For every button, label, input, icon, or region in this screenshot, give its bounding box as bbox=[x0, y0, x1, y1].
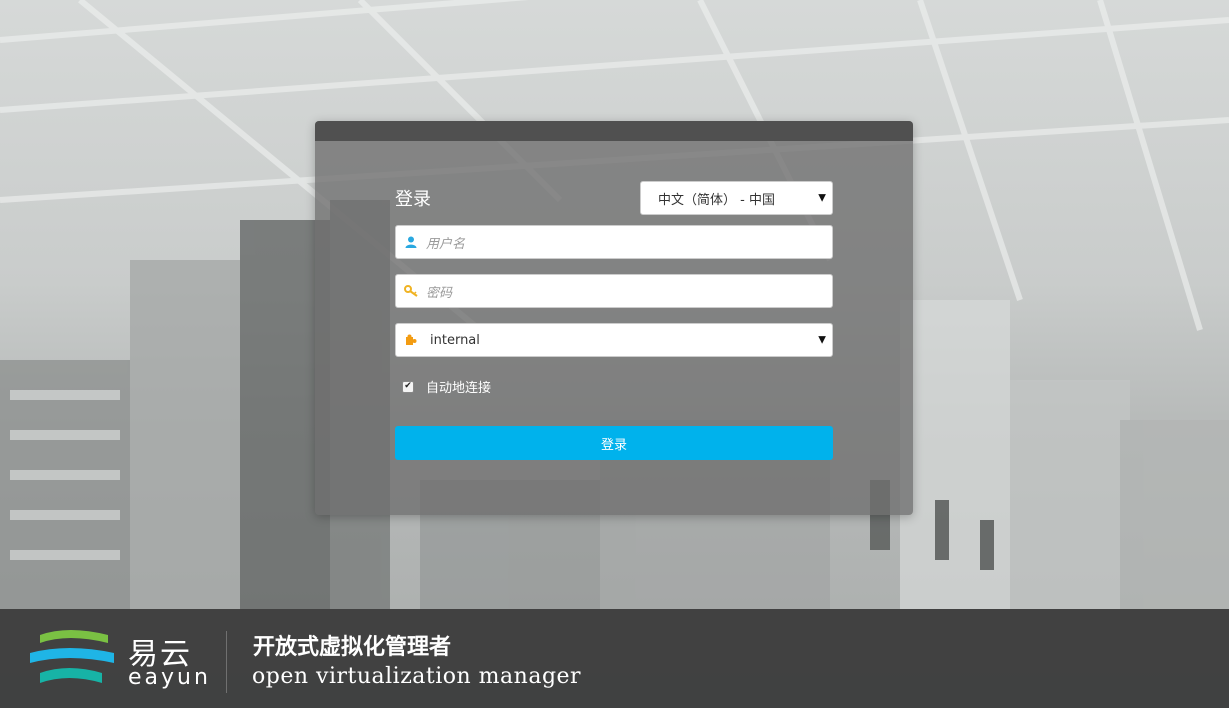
login-button[interactable]: 登录 bbox=[395, 426, 833, 460]
check-icon: ✔ bbox=[404, 381, 412, 391]
username-placeholder: 用户名 bbox=[426, 236, 466, 252]
domain-select[interactable]: internal ▼ bbox=[395, 323, 833, 357]
domain-select-value: internal bbox=[430, 332, 480, 348]
caret-down-icon: ▼ bbox=[818, 334, 826, 346]
password-field[interactable]: 密码 bbox=[395, 274, 833, 308]
language-select[interactable]: 中文（简体） - 中国 ▼ bbox=[640, 181, 833, 215]
eayun-logo-icon bbox=[30, 630, 114, 683]
tagline-cn: 开放式虚拟化管理者 bbox=[253, 635, 452, 660]
language-select-value: 中文（简体） - 中国 bbox=[658, 192, 775, 208]
auto-connect-checkbox[interactable]: ✔ bbox=[402, 380, 414, 393]
auto-connect-option[interactable]: ✔ 自动地连接 bbox=[402, 377, 491, 396]
tagline-en: open virtualization manager bbox=[252, 664, 582, 689]
brand-name-en: eayun bbox=[128, 665, 211, 690]
key-icon bbox=[396, 275, 426, 307]
footer-bar: 易云 eayun 开放式虚拟化管理者 open virtualization m… bbox=[0, 609, 1229, 708]
caret-down-icon: ▼ bbox=[818, 192, 826, 204]
footer-divider bbox=[226, 631, 227, 693]
login-card: 登录 中文（简体） - 中国 ▼ 用户名 密码 internal ▼ ✔ 自动地… bbox=[315, 121, 913, 515]
auto-connect-label: 自动地连接 bbox=[426, 381, 492, 396]
username-field[interactable]: 用户名 bbox=[395, 225, 833, 259]
password-placeholder: 密码 bbox=[426, 285, 453, 301]
login-title: 登录 bbox=[395, 189, 431, 210]
puzzle-icon bbox=[396, 324, 426, 356]
user-icon bbox=[396, 226, 426, 258]
card-header-bar bbox=[315, 121, 913, 141]
